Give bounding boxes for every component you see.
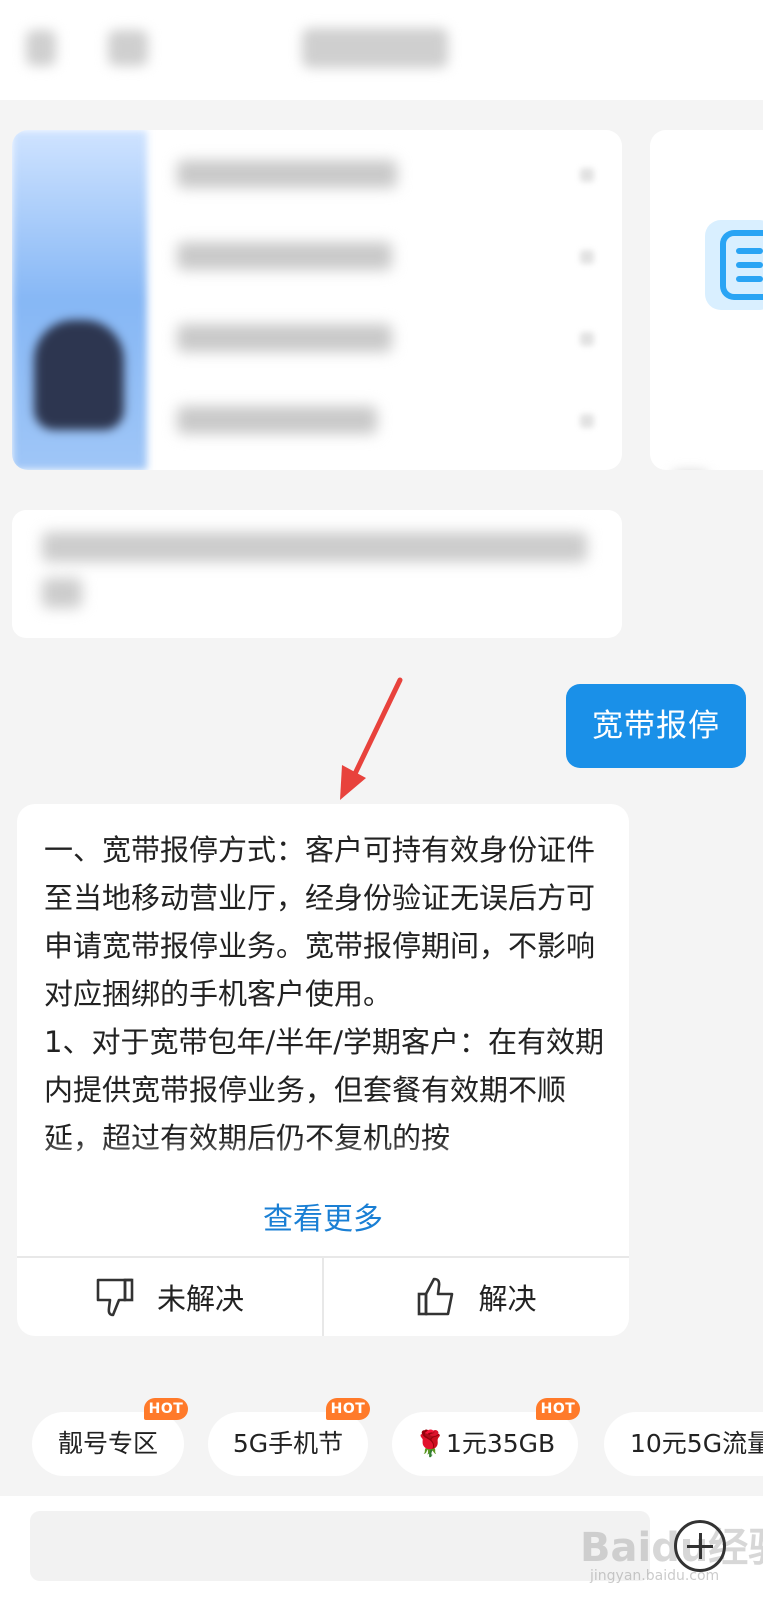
hot-badge: HOT — [536, 1398, 580, 1420]
chevron-right-icon — [580, 250, 594, 264]
side-service-card[interactable]: 分查 — [650, 130, 763, 470]
arrow-annotation — [340, 677, 403, 800]
bot-reply-card: 一、宽带报停方式：客户可持有效身份证件至当地移动营业厅，经身份验证无误后方可申请… — [17, 804, 629, 1336]
notice-card — [12, 510, 622, 638]
menu-banner-image — [12, 130, 147, 470]
chip-1yuan-35gb[interactable]: 🌹1元35GB HOT — [392, 1398, 580, 1476]
message-input[interactable] — [30, 1511, 650, 1581]
page-title — [302, 28, 448, 68]
user-message-bubble: 宽带报停 — [566, 684, 746, 768]
menu-item[interactable] — [177, 324, 392, 352]
chevron-right-icon — [580, 414, 594, 428]
unsolved-button[interactable]: 未解决 — [17, 1258, 322, 1336]
chevron-right-icon — [580, 168, 594, 182]
menu-item[interactable] — [177, 242, 392, 270]
view-more-link[interactable]: 查看更多 — [17, 1194, 629, 1238]
quick-menu-card — [12, 130, 622, 470]
chip-5g-phone[interactable]: 5G手机节 HOT — [208, 1398, 370, 1476]
back-icon[interactable] — [26, 30, 56, 66]
unsolved-label: 未解决 — [156, 1282, 244, 1316]
plus-icon[interactable] — [674, 1520, 726, 1572]
solved-button[interactable]: 解决 — [324, 1258, 629, 1336]
reply-paragraph: 一、宽带报停方式：客户可持有效身份证件至当地移动营业厅，经身份验证无误后方可申请… — [44, 833, 596, 1011]
reply-text: 一、宽带报停方式：客户可持有效身份证件至当地移动营业厅，经身份验证无误后方可申请… — [44, 826, 609, 1162]
solved-label: 解决 — [478, 1282, 537, 1316]
watermark: Baidu经验 — [580, 1525, 763, 1571]
menu-item[interactable] — [177, 406, 377, 434]
hot-badge: HOT — [326, 1398, 370, 1420]
top-header — [0, 0, 763, 100]
close-icon[interactable] — [108, 30, 148, 66]
hot-badge: HOT — [144, 1398, 188, 1420]
chip-10yuan-5g-data[interactable]: 10元5G流量 — [604, 1412, 763, 1476]
thumbs-down-icon — [96, 1278, 134, 1317]
chip-pretty-number[interactable]: 靓号专区 HOT — [32, 1398, 188, 1476]
thumbs-up-icon — [418, 1277, 454, 1316]
menu-item[interactable] — [177, 160, 397, 188]
chevron-right-icon — [580, 332, 594, 346]
